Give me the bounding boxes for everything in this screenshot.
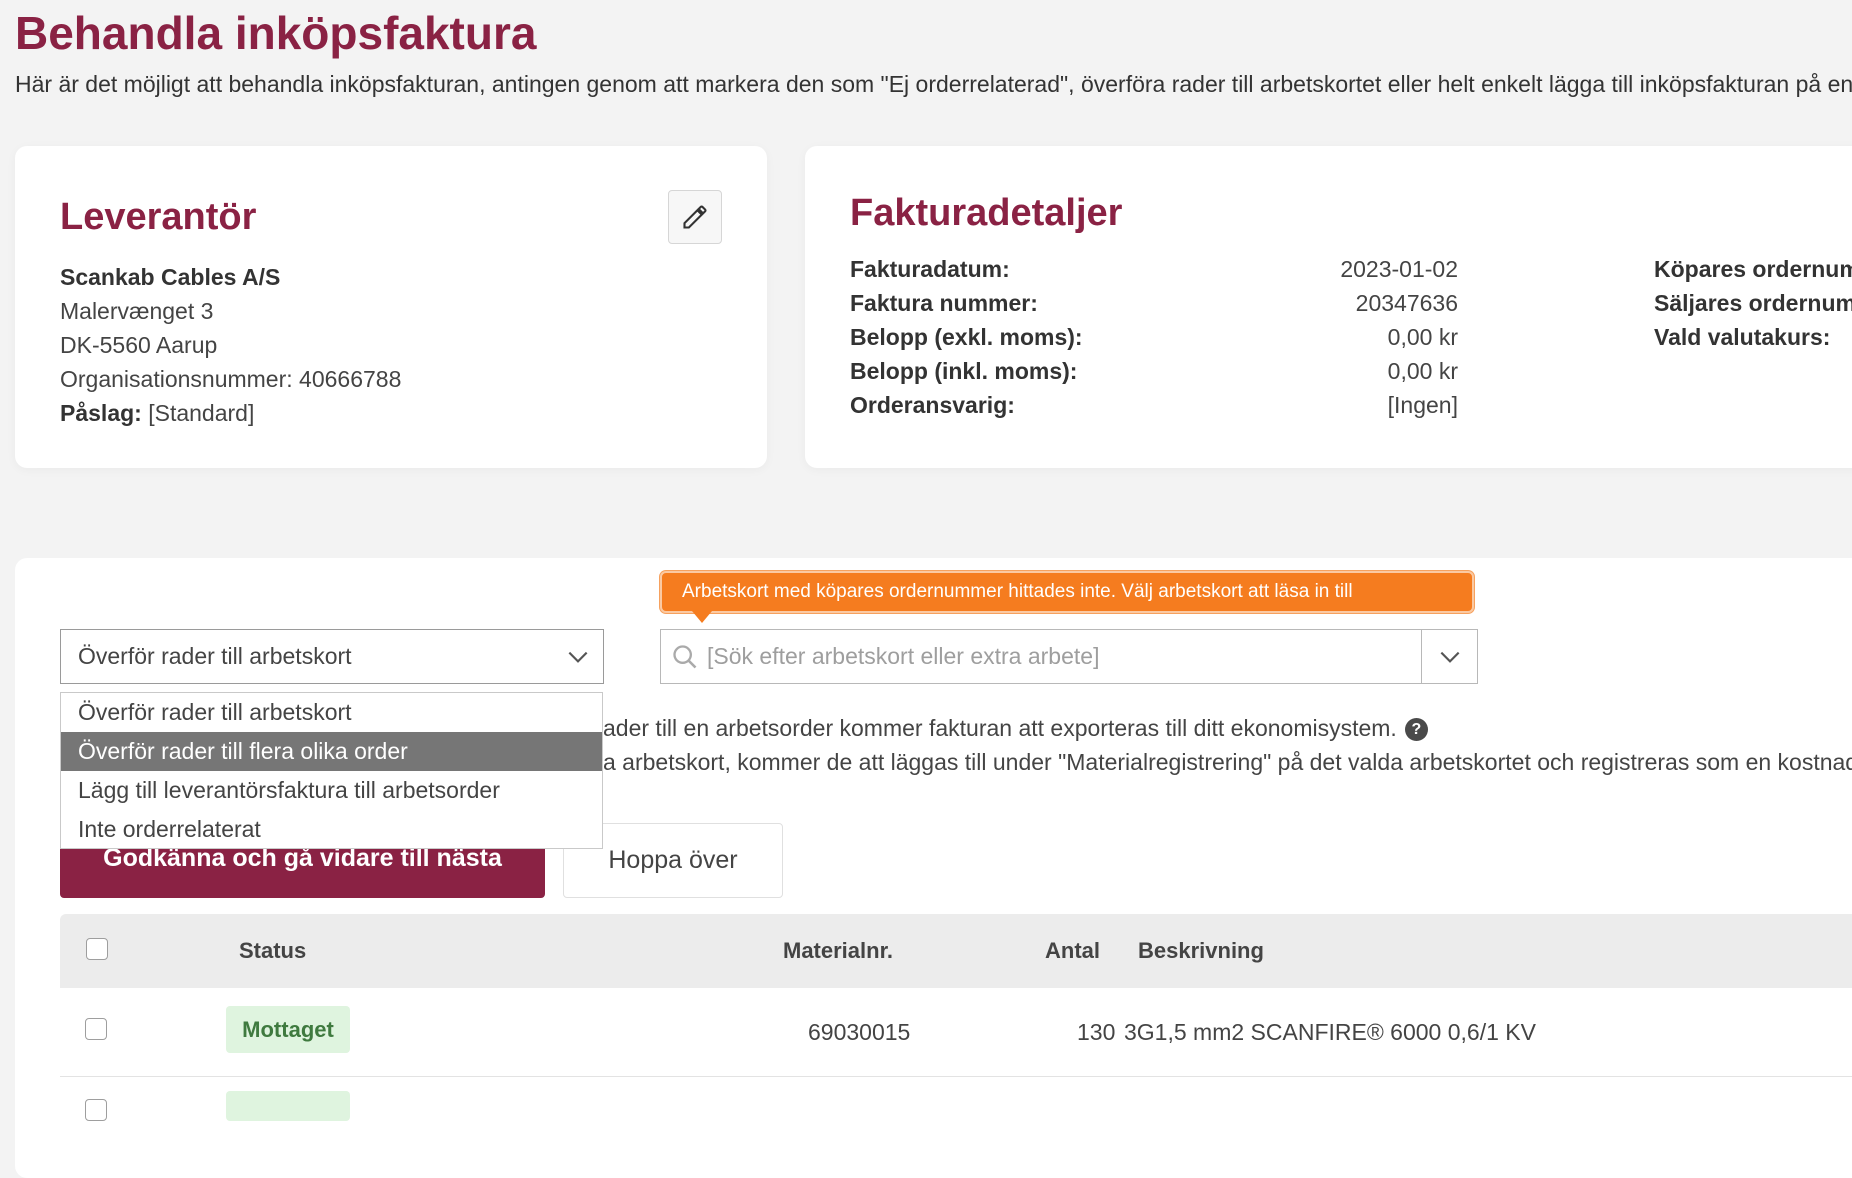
select-all-checkbox[interactable] [86,938,108,960]
supplier-markup: Påslag: [Standard] [60,396,401,430]
work-card-search-input[interactable] [707,638,1407,674]
table-row [60,1077,1852,1121]
info-text-export: ader till en arbetsorder kommer fakturan… [603,715,1397,741]
row-checkbox[interactable] [85,1018,107,1040]
row-material-number: 69030015 [808,1019,911,1045]
table-header: Status Materialnr. Antal Beskrivning [60,914,1852,988]
row-description: 3G1,5 mm2 SCANFIRE® 6000 0,6/1 KV [1124,1019,1536,1045]
table-row: Mottaget 69030015 130 3G1,5 mm2 SCANFIRE… [60,988,1852,1077]
supplier-street: Malervænget 3 [60,298,214,324]
seller-order-number-label: Säljares ordernum [1654,290,1852,316]
info-line-export: ader till en arbetsorder kommer fakturan… [603,715,1428,742]
detail-label: Fakturadatum: [850,256,1010,282]
transfer-mode-select[interactable]: Överför rader till arbetskort [60,629,604,684]
transfer-mode-menu: Överför rader till arbetskort Överför ra… [60,692,603,849]
row-checkbox[interactable] [85,1099,107,1121]
transfer-option-add-to-work-order[interactable]: Lägg till leverantörsfaktura till arbets… [61,771,602,810]
invoice-details-title: Fakturadetaljer [850,192,1123,234]
column-status[interactable]: Status [239,914,306,988]
invoice-details-card: Fakturadetaljer Fakturadatum: 2023-01-02 … [805,146,1852,468]
status-badge: Mottaget [226,1006,350,1053]
column-description[interactable]: Beskrivning [1138,914,1264,988]
edit-supplier-button[interactable] [668,190,722,244]
detail-label: Faktura nummer: [850,290,1038,316]
chevron-down-icon [568,651,588,663]
supplier-info: Scankab Cables A/S Malervænget 3 DK-5560… [60,260,401,430]
status-badge [226,1091,350,1121]
pencil-icon [683,205,707,229]
supplier-org-number: Organisationsnummer: 40666788 [60,366,402,392]
markup-label: Påslag: [60,400,142,426]
detail-value: [Ingen] [1387,392,1458,418]
transfer-option-work-card[interactable]: Överför rader till arbetskort [61,693,602,732]
column-material-number[interactable]: Materialnr. [783,914,893,988]
invoice-details-right: Köpares ordernum Säljares ordernum Vald … [1654,252,1852,354]
detail-label: Belopp (inkl. moms): [850,358,1078,384]
exchange-rate-label: Vald valutakurs: [1654,324,1831,350]
supplier-name: Scankab Cables A/S [60,264,281,290]
detail-row-amount-excl: Belopp (exkl. moms): 0,00 kr [850,320,1458,354]
chevron-down-icon[interactable] [1437,644,1463,670]
detail-row-number: Faktura nummer: 20347636 [850,286,1458,320]
buyer-order-tooltip: Arbetskort med köpares ordernummer hitta… [660,571,1474,623]
detail-value: 2023-01-02 [1340,256,1458,282]
supplier-card: Leverantör Scankab Cables A/S Malervænge… [15,146,767,468]
transfer-option-not-order-related[interactable]: Inte orderrelaterat [61,810,602,849]
work-card-search[interactable] [660,629,1478,684]
page-title: Behandla inköpsfaktura [15,7,537,59]
help-icon[interactable]: ? [1404,718,1428,742]
detail-row-date: Fakturadatum: 2023-01-02 [850,252,1458,286]
supplier-title: Leverantör [60,196,257,238]
buyer-order-number-label: Köpares ordernum [1654,256,1852,282]
markup-value: [Standard] [148,400,255,426]
invoice-details-list: Fakturadatum: 2023-01-02 Faktura nummer: 2… [850,252,1458,422]
detail-row-amount-incl: Belopp (inkl. moms): 0,00 kr [850,354,1458,388]
detail-label: Orderansvarig: [850,392,1015,418]
info-line-material: a arbetskort, kommer de att läggas till … [603,749,1852,775]
transfer-option-multiple-orders[interactable]: Överför rader till flera olika order [61,732,602,771]
column-quantity[interactable]: Antal [1045,914,1100,988]
detail-row-responsible: Orderansvarig: [Ingen] [850,388,1458,422]
tooltip-text: Arbetskort med köpares ordernummer hitta… [682,581,1353,602]
detail-label: Belopp (exkl. moms): [850,324,1083,350]
transfer-mode-value: Överför rader till arbetskort [78,643,352,669]
search-icon [673,645,697,669]
tooltip-arrow [692,611,712,623]
page-subtitle: Här är det möjligt att behandla inköpsfa… [15,71,1852,97]
detail-value: 20347636 [1355,290,1458,316]
row-quantity: 130 [1077,1019,1116,1045]
detail-value: 0,00 kr [1387,324,1458,350]
detail-value: 0,00 kr [1387,358,1458,384]
supplier-city: DK-5560 Aarup [60,332,218,358]
search-divider [1421,630,1422,683]
